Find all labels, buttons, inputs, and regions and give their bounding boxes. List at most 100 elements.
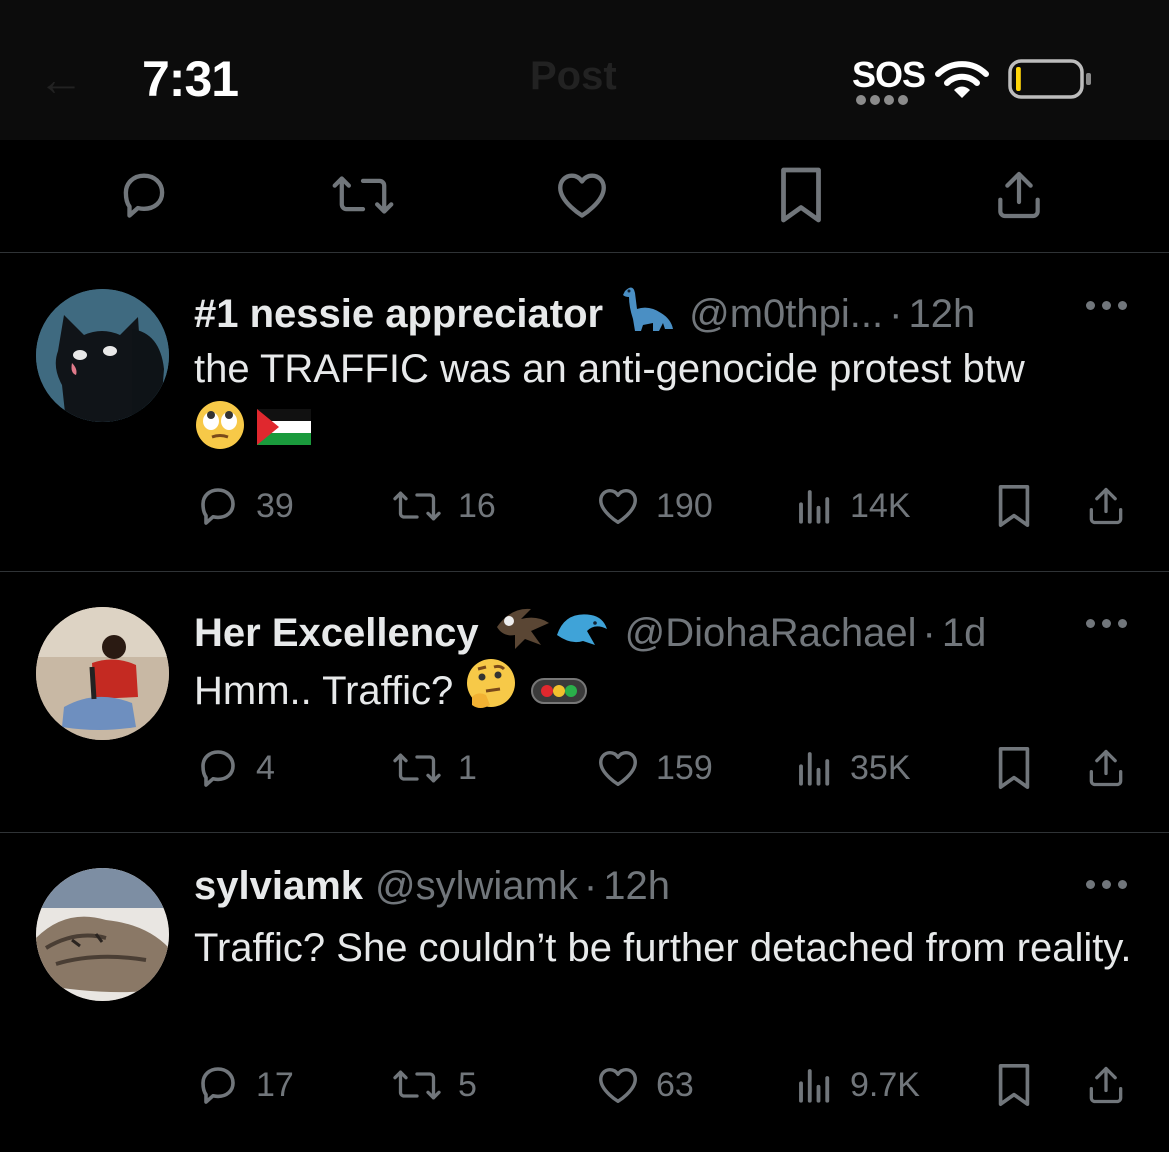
like-icon: [599, 1067, 637, 1104]
reply-text-content: Traffic? She couldn’t be further detache…: [194, 926, 1132, 970]
share-button[interactable]: [984, 160, 1054, 230]
like-icon: [599, 488, 637, 525]
timestamp[interactable]: 1d: [942, 609, 987, 657]
replies-count: 39: [256, 486, 294, 525]
eye-roll-emoji-icon: [194, 399, 246, 468]
palestine-flag-icon: [257, 404, 312, 464]
reply-metrics: 39 16 190 14K: [194, 481, 1144, 531]
display-name[interactable]: #1 nessie appreciator: [194, 290, 603, 338]
replies-count: 4: [256, 748, 275, 787]
sos-indicator: SOS: [852, 54, 926, 95]
reply-text: Traffic? She couldn’t be further detache…: [194, 918, 1144, 978]
likes-count-button[interactable]: 159: [594, 743, 713, 793]
more-options-icon[interactable]: [1086, 301, 1128, 313]
reply-text-content: the TRAFFIC was an anti-genocide protest…: [194, 347, 1025, 391]
separator-dot: ·: [889, 291, 903, 336]
replies-count-button[interactable]: 17: [194, 1060, 294, 1110]
traffic-light-icon: [530, 664, 588, 724]
share-icon: [1089, 487, 1123, 525]
reposts-count-button[interactable]: 1: [390, 743, 477, 793]
separator-dot: ·: [922, 610, 936, 655]
eagle-dolphin-emoji-icon: [491, 601, 611, 664]
views-count-button[interactable]: 35K: [794, 743, 911, 793]
bookmark-icon: [998, 1064, 1030, 1106]
reply-metrics: 4 1 159 35K: [194, 743, 1144, 793]
reply-text: the TRAFFIC was an anti-genocide protest…: [194, 339, 1144, 468]
separator-dot: ·: [583, 864, 598, 908]
reply-icon: [201, 750, 235, 787]
bookmark-button[interactable]: [766, 160, 836, 230]
replies-count-button[interactable]: 4: [194, 743, 275, 793]
likes-count: 63: [656, 1065, 694, 1104]
avatar[interactable]: [36, 289, 169, 422]
likes-count-button[interactable]: 190: [594, 481, 713, 531]
like-icon: [599, 750, 637, 787]
share-icon: [1089, 1066, 1123, 1104]
display-name[interactable]: sylviamk: [194, 862, 363, 910]
reply-header: Her Excellency @DiohaRachael · 1d: [194, 601, 986, 664]
reposts-count: 1: [458, 748, 477, 787]
reply-text: Hmm.. Traffic?: [194, 657, 1144, 730]
views-count-button[interactable]: 14K: [794, 481, 911, 531]
reposts-count: 16: [458, 486, 496, 525]
reply-metrics: 17 5 63 9.7K: [194, 1060, 1144, 1110]
likes-count-button[interactable]: 63: [594, 1060, 694, 1110]
views-count-button[interactable]: 9.7K: [794, 1060, 920, 1110]
reposts-count: 5: [458, 1065, 477, 1104]
replies-count: 17: [256, 1065, 294, 1104]
page-title: Post: [530, 54, 617, 98]
share-icon: [998, 171, 1040, 219]
reply-header: #1 nessie appreciator @m0thpi... · 12h: [194, 283, 975, 344]
reply-icon: [201, 488, 235, 525]
dinosaur-emoji-icon: [615, 283, 675, 344]
back-arrow-icon[interactable]: ←: [38, 52, 84, 106]
repost-icon: [393, 491, 441, 521]
share-button[interactable]: [1084, 481, 1142, 531]
repost-icon: [332, 176, 394, 214]
bookmark-icon: [998, 747, 1030, 789]
views-icon: [799, 752, 830, 786]
views-count: 14K: [850, 486, 911, 525]
share-button[interactable]: [1084, 1060, 1142, 1110]
battery-icon: [1008, 59, 1091, 99]
handle[interactable]: @sylwiamk: [375, 862, 578, 910]
bookmark-button[interactable]: [994, 743, 1048, 793]
avatar[interactable]: [36, 607, 169, 740]
reply-icon: [201, 1067, 235, 1104]
share-icon: [1089, 749, 1123, 787]
reply-item[interactable]: #1 nessie appreciator @m0thpi... · 12h t…: [0, 253, 1169, 572]
views-count: 35K: [850, 748, 911, 787]
more-options-icon[interactable]: [1086, 880, 1128, 892]
bookmark-icon: [998, 485, 1030, 527]
share-button[interactable]: [1084, 743, 1142, 793]
repost-button[interactable]: [328, 160, 398, 230]
like-button[interactable]: [547, 160, 617, 230]
reply-icon: [123, 173, 165, 218]
replies-count-button[interactable]: 39: [194, 481, 294, 531]
handle[interactable]: @DiohaRachael: [625, 609, 917, 657]
bookmark-button[interactable]: [994, 1060, 1048, 1110]
display-name[interactable]: Her Excellency: [194, 609, 479, 657]
reply-item[interactable]: sylviamk @sylwiamk · 12h Traffic? She co…: [0, 832, 1169, 1152]
status-time: 7:31: [142, 51, 239, 107]
thinking-face-emoji-icon: [464, 657, 518, 730]
reposts-count-button[interactable]: 5: [390, 1060, 477, 1110]
bookmark-button[interactable]: [994, 481, 1048, 531]
likes-count: 190: [656, 486, 713, 525]
like-icon: [558, 173, 606, 218]
timestamp[interactable]: 12h: [603, 862, 670, 910]
status-bar: ← Post 7:31 SOS: [0, 0, 1169, 140]
reply-item[interactable]: Her Excellency @DiohaRachael · 1d Hmm.. …: [0, 571, 1169, 833]
timestamp[interactable]: 12h: [908, 290, 975, 338]
avatar[interactable]: [36, 868, 169, 1001]
post-action-bar: [0, 140, 1169, 253]
views-count: 9.7K: [850, 1065, 920, 1104]
signal-dots-icon: [856, 95, 908, 105]
views-icon: [799, 490, 830, 524]
handle[interactable]: @m0thpi...: [689, 290, 883, 338]
reply-button[interactable]: [109, 160, 179, 230]
bookmark-icon: [781, 167, 821, 223]
more-options-icon[interactable]: [1086, 619, 1128, 631]
likes-count: 159: [656, 748, 713, 787]
reposts-count-button[interactable]: 16: [390, 481, 496, 531]
